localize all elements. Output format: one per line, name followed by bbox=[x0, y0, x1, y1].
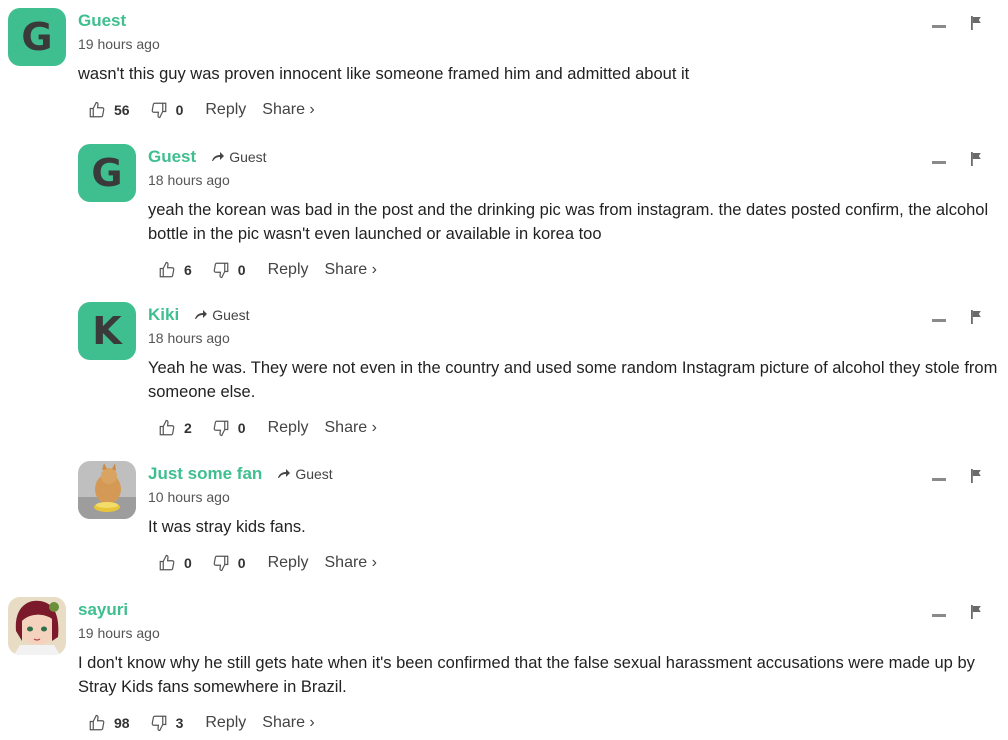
flag-icon[interactable] bbox=[970, 469, 982, 483]
thumbs-up-icon bbox=[159, 419, 175, 436]
minimize-icon[interactable] bbox=[932, 318, 946, 322]
dislike-count: 3 bbox=[175, 715, 184, 731]
thumbs-up-icon bbox=[89, 101, 105, 118]
share-button[interactable]: Share › bbox=[262, 714, 314, 732]
comment-text: Yeah he was. They were not even in the c… bbox=[148, 359, 998, 401]
author-name[interactable]: Guest bbox=[148, 147, 196, 167]
author-name[interactable]: Guest bbox=[78, 11, 126, 31]
share-button[interactable]: Share › bbox=[262, 101, 314, 119]
like-count: 56 bbox=[114, 102, 130, 118]
minimize-icon[interactable] bbox=[932, 160, 946, 164]
reply-button[interactable]: Reply bbox=[205, 101, 246, 119]
like-count: 2 bbox=[184, 420, 192, 436]
avatar[interactable]: G bbox=[8, 8, 66, 66]
reply-to-name[interactable]: Guest bbox=[295, 466, 332, 482]
dislike-button[interactable]: 0 bbox=[212, 419, 246, 437]
reply-arrow-icon bbox=[278, 469, 291, 478]
dislike-count: 0 bbox=[175, 102, 184, 118]
like-button[interactable]: 6 bbox=[158, 261, 192, 279]
dislike-button[interactable]: 0 bbox=[212, 261, 246, 279]
thumbs-down-icon bbox=[213, 420, 229, 437]
thumbs-down-icon bbox=[151, 102, 166, 119]
thumbs-up-icon bbox=[159, 261, 175, 278]
share-button[interactable]: Share › bbox=[325, 554, 377, 572]
flag-icon[interactable] bbox=[970, 310, 982, 324]
timestamp[interactable]: 19 hours ago bbox=[78, 625, 1003, 645]
author-name[interactable]: Kiki bbox=[148, 305, 179, 325]
share-button[interactable]: Share › bbox=[325, 419, 377, 437]
like-button[interactable]: 0 bbox=[158, 554, 192, 572]
minimize-icon[interactable] bbox=[932, 613, 946, 617]
thumbs-up-icon bbox=[89, 714, 105, 731]
reply-arrow-icon bbox=[212, 152, 225, 161]
comment-text: wasn't this guy was proven innocent like… bbox=[78, 65, 690, 83]
author-name[interactable]: Just some fan bbox=[148, 464, 262, 484]
avatar[interactable]: K bbox=[78, 302, 136, 360]
dislike-count: 0 bbox=[237, 420, 246, 436]
share-button[interactable]: Share › bbox=[325, 261, 377, 279]
reply-button[interactable]: Reply bbox=[205, 714, 246, 732]
like-button[interactable]: 98 bbox=[88, 714, 130, 732]
comment-text: I don't know why he still gets hate when… bbox=[78, 654, 975, 696]
minimize-icon[interactable] bbox=[932, 24, 946, 28]
like-count: 6 bbox=[184, 262, 192, 278]
reply-button[interactable]: Reply bbox=[268, 419, 309, 437]
dislike-button[interactable]: 0 bbox=[150, 101, 184, 119]
dislike-button[interactable]: 3 bbox=[150, 714, 184, 732]
reply-to[interactable]: Guest bbox=[211, 149, 267, 165]
like-count: 98 bbox=[114, 715, 130, 731]
like-button[interactable]: 2 bbox=[158, 419, 192, 437]
reply-button[interactable]: Reply bbox=[268, 554, 309, 572]
thumbs-up-icon bbox=[159, 554, 175, 571]
like-button[interactable]: 56 bbox=[88, 101, 130, 119]
minimize-icon[interactable] bbox=[932, 477, 946, 481]
timestamp[interactable]: 18 hours ago bbox=[148, 330, 998, 350]
reply-to[interactable]: Guest bbox=[277, 466, 333, 482]
comment-text: It was stray kids fans. bbox=[148, 518, 306, 536]
avatar[interactable] bbox=[8, 597, 66, 655]
reply-arrow-icon bbox=[195, 310, 208, 319]
reply-to-name[interactable]: Guest bbox=[212, 307, 249, 323]
flag-icon[interactable] bbox=[970, 16, 982, 30]
dislike-button[interactable]: 0 bbox=[212, 554, 246, 572]
like-count: 0 bbox=[184, 555, 192, 571]
dislike-count: 0 bbox=[237, 262, 246, 278]
comment-text: yeah the korean was bad in the post and … bbox=[148, 201, 989, 243]
timestamp[interactable]: 18 hours ago bbox=[148, 172, 998, 192]
thumbs-down-icon bbox=[213, 262, 229, 279]
reply-button[interactable]: Reply bbox=[268, 261, 309, 279]
flag-icon[interactable] bbox=[970, 605, 982, 619]
timestamp[interactable]: 10 hours ago bbox=[148, 489, 998, 509]
thumbs-down-icon bbox=[213, 555, 229, 572]
timestamp[interactable]: 19 hours ago bbox=[78, 36, 998, 56]
flag-icon[interactable] bbox=[970, 152, 982, 166]
thumbs-down-icon bbox=[151, 715, 166, 732]
author-name[interactable]: sayuri bbox=[78, 600, 128, 620]
reply-to-name[interactable]: Guest bbox=[229, 149, 266, 165]
reply-to[interactable]: Guest bbox=[194, 307, 250, 323]
dislike-count: 0 bbox=[237, 555, 246, 571]
avatar[interactable]: G bbox=[78, 144, 136, 202]
avatar[interactable] bbox=[78, 461, 136, 519]
